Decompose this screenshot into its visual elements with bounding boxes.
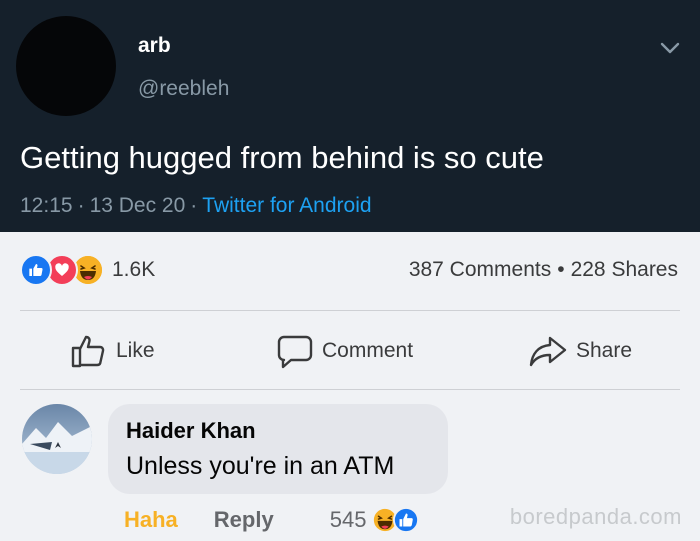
comment-label: Comment — [322, 339, 414, 362]
tweet-meta: 12:15 · 13 Dec 20 · Twitter for Android — [20, 194, 372, 218]
share-button[interactable]: Share — [528, 332, 632, 370]
comment-text: Unless you're in an ATM — [126, 452, 395, 480]
like-icon — [393, 507, 420, 533]
meta-separator: · — [77, 194, 85, 217]
shares-count-link[interactable]: 228 Shares — [571, 258, 678, 281]
divider — [20, 310, 680, 311]
post-stats: 387 Comments • 228 Shares — [409, 258, 678, 282]
tweet-handle[interactable]: @reebleh — [138, 77, 229, 101]
tweet-display-name[interactable]: arb — [138, 34, 171, 58]
comment-actions: Haha Reply 545 — [124, 504, 420, 536]
like-button[interactable]: Like — [70, 332, 155, 370]
like-label: Like — [116, 339, 155, 362]
comment-reaction-icons[interactable] — [372, 507, 420, 533]
tweet-card: arb @reebleh Getting hugged from behind … — [0, 0, 700, 232]
share-label: Share — [576, 339, 633, 362]
comment-bubble: Haider Khan Unless you're in an ATM — [108, 404, 448, 494]
comment-reply-button[interactable]: Reply — [214, 507, 274, 533]
chevron-down-icon[interactable] — [658, 36, 682, 60]
tweet-text: Getting hugged from behind is so cute — [20, 140, 544, 175]
reaction-summary[interactable]: 1.6K — [20, 254, 155, 286]
share-icon — [529, 336, 567, 367]
stats-separator: • — [557, 258, 565, 281]
thumbs-up-icon — [71, 335, 105, 368]
reaction-count: 1.6K — [112, 258, 156, 281]
tweet-time: 12:15 — [20, 194, 73, 217]
comment-haha-button[interactable]: Haha — [124, 507, 178, 533]
comments-count-link[interactable]: 387 Comments — [409, 258, 551, 281]
like-icon — [20, 254, 52, 286]
meta-separator: · — [190, 194, 198, 217]
tweet-date: 13 Dec 20 — [89, 194, 186, 217]
commenter-avatar[interactable] — [22, 404, 92, 474]
tweet-client-link[interactable]: Twitter for Android — [202, 194, 371, 217]
tweet-avatar[interactable] — [16, 16, 116, 116]
comment-button[interactable]: Comment — [276, 332, 413, 370]
divider — [20, 389, 680, 390]
comment-icon — [277, 335, 313, 369]
comment-reaction-count[interactable]: 545 — [330, 507, 367, 533]
comment-author[interactable]: Haider Khan — [126, 418, 256, 444]
watermark: boredpanda.com — [509, 504, 682, 529]
